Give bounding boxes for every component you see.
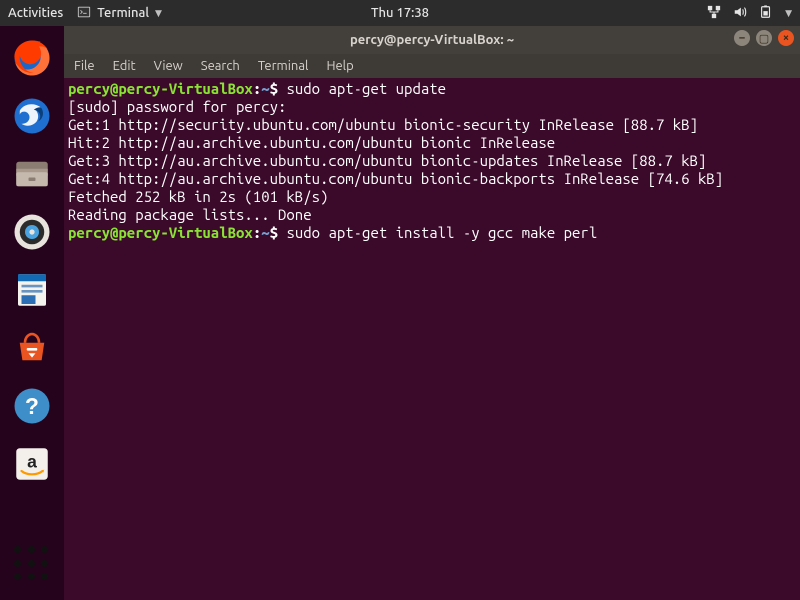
menu-view[interactable]: View bbox=[154, 59, 183, 73]
dock: ? a bbox=[0, 26, 64, 600]
terminal-output-line: [sudo] password for percy: bbox=[68, 98, 796, 116]
menu-terminal[interactable]: Terminal bbox=[258, 59, 309, 73]
window-title: percy@percy-VirtualBox: ~ bbox=[350, 33, 514, 47]
terminal-body[interactable]: percy@percy-VirtualBox:~$ sudo apt-get u… bbox=[64, 78, 800, 600]
battery-icon[interactable] bbox=[759, 5, 773, 22]
window-titlebar[interactable]: percy@percy-VirtualBox: ~ – ▢ × bbox=[64, 26, 800, 54]
terminal-output-line: Get:4 http://au.archive.ubuntu.com/ubunt… bbox=[68, 170, 796, 188]
activities-button[interactable]: Activities bbox=[8, 6, 63, 20]
menu-file[interactable]: File bbox=[74, 59, 95, 73]
menu-edit[interactable]: Edit bbox=[113, 59, 136, 73]
writer-icon[interactable] bbox=[8, 266, 56, 314]
terminal-prompt-line: percy@percy-VirtualBox:~$ sudo apt-get i… bbox=[68, 224, 796, 242]
help-icon[interactable]: ? bbox=[8, 382, 56, 430]
menu-help[interactable]: Help bbox=[326, 59, 353, 73]
minimize-button[interactable]: – bbox=[734, 30, 750, 46]
show-applications-button[interactable] bbox=[8, 540, 56, 588]
terminal-icon bbox=[77, 5, 91, 22]
menubar: File Edit View Search Terminal Help bbox=[64, 54, 800, 78]
volume-icon[interactable] bbox=[733, 5, 747, 22]
app-menu-label: Terminal bbox=[97, 6, 149, 20]
rhythmbox-icon[interactable] bbox=[8, 208, 56, 256]
terminal-output-line: Get:3 http://au.archive.ubuntu.com/ubunt… bbox=[68, 152, 796, 170]
clock[interactable]: Thu 17:38 bbox=[371, 6, 429, 20]
files-icon[interactable] bbox=[8, 150, 56, 198]
menu-search[interactable]: Search bbox=[201, 59, 240, 73]
svg-text:a: a bbox=[27, 452, 37, 472]
system-tray[interactable]: ▼ bbox=[707, 5, 792, 22]
gnome-top-panel: Activities Terminal ▼ Thu 17:38 ▼ bbox=[0, 0, 800, 26]
terminal-window: percy@percy-VirtualBox: ~ – ▢ × File Edi… bbox=[64, 26, 800, 600]
maximize-button[interactable]: ▢ bbox=[756, 30, 772, 46]
amazon-icon[interactable]: a bbox=[8, 440, 56, 488]
app-menu[interactable]: Terminal ▼ bbox=[77, 5, 162, 22]
chevron-down-icon: ▼ bbox=[155, 8, 162, 19]
software-icon[interactable] bbox=[8, 324, 56, 372]
terminal-output-line: Reading package lists... Done bbox=[68, 206, 796, 224]
firefox-icon[interactable] bbox=[8, 34, 56, 82]
chevron-down-icon: ▼ bbox=[785, 8, 792, 19]
terminal-output-line: Get:1 http://security.ubuntu.com/ubuntu … bbox=[68, 116, 796, 134]
window-controls: – ▢ × bbox=[734, 30, 794, 46]
thunderbird-icon[interactable] bbox=[8, 92, 56, 140]
terminal-output-line: Fetched 252 kB in 2s (101 kB/s) bbox=[68, 188, 796, 206]
terminal-prompt-line: percy@percy-VirtualBox:~$ sudo apt-get u… bbox=[68, 80, 796, 98]
terminal-output-line: Hit:2 http://au.archive.ubuntu.com/ubunt… bbox=[68, 134, 796, 152]
network-icon[interactable] bbox=[707, 5, 721, 22]
apps-grid-icon bbox=[14, 546, 50, 582]
svg-text:?: ? bbox=[25, 393, 39, 419]
close-button[interactable]: × bbox=[778, 30, 794, 46]
